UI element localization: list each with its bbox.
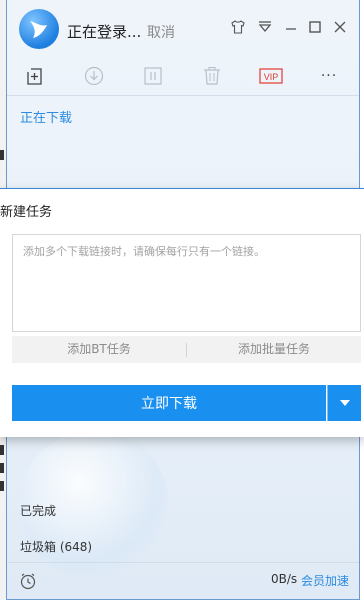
login-status-text: 正在登录... [67, 23, 142, 41]
cancel-login-link[interactable]: 取消 [147, 22, 175, 42]
pause-icon[interactable] [141, 64, 165, 88]
app-logo[interactable] [19, 9, 59, 49]
delete-icon[interactable] [200, 64, 224, 88]
dropdown-menu-icon[interactable] [256, 18, 274, 36]
chevron-down-icon [339, 400, 350, 406]
background-text-fragment [0, 445, 4, 455]
background-text-fragment [0, 481, 4, 491]
bird-logo-icon [30, 21, 47, 38]
new-task-icon[interactable] [23, 64, 47, 88]
toolbar: VIP ··· [7, 60, 359, 94]
sidebar-item-completed[interactable]: 已完成 [20, 502, 56, 519]
close-icon[interactable] [331, 18, 349, 36]
toolbar-divider [7, 95, 359, 96]
dialog-title: 新建任务 [0, 205, 53, 220]
new-task-dialog: 新建任务 添加BT任务 添加批量任务 立即下载 [0, 188, 364, 437]
add-bt-task-button[interactable]: 添加BT任务 [12, 336, 186, 363]
status-bar: 0B/s 会员加速 [7, 562, 359, 599]
vip-icon[interactable]: VIP [258, 64, 284, 88]
maximize-icon[interactable] [306, 18, 324, 36]
link-input[interactable] [12, 234, 361, 332]
task-type-strip: 添加BT任务 添加批量任务 [12, 336, 361, 363]
sidebar-item-trash[interactable]: 垃圾箱 (648) [20, 538, 92, 555]
minimize-icon[interactable] [282, 18, 300, 36]
download-icon[interactable] [82, 64, 106, 88]
background-text-fragment [0, 463, 4, 473]
vip-label: VIP [264, 72, 279, 82]
download-now-button[interactable]: 立即下载 [12, 385, 326, 421]
background-text-fragment [0, 150, 4, 160]
more-icon[interactable]: ··· [317, 64, 341, 88]
sidebar-item-downloading[interactable]: 正在下载 [20, 107, 72, 126]
download-speed: 0B/s [271, 572, 298, 586]
add-batch-task-button[interactable]: 添加批量任务 [187, 336, 361, 363]
clock-icon[interactable] [19, 572, 37, 594]
download-options-dropdown[interactable] [327, 385, 361, 421]
title-bar[interactable]: 正在登录... 取消 [7, 0, 359, 58]
vip-speedup-link[interactable]: 会员加速 [301, 572, 349, 589]
tshirt-icon[interactable] [229, 18, 247, 36]
